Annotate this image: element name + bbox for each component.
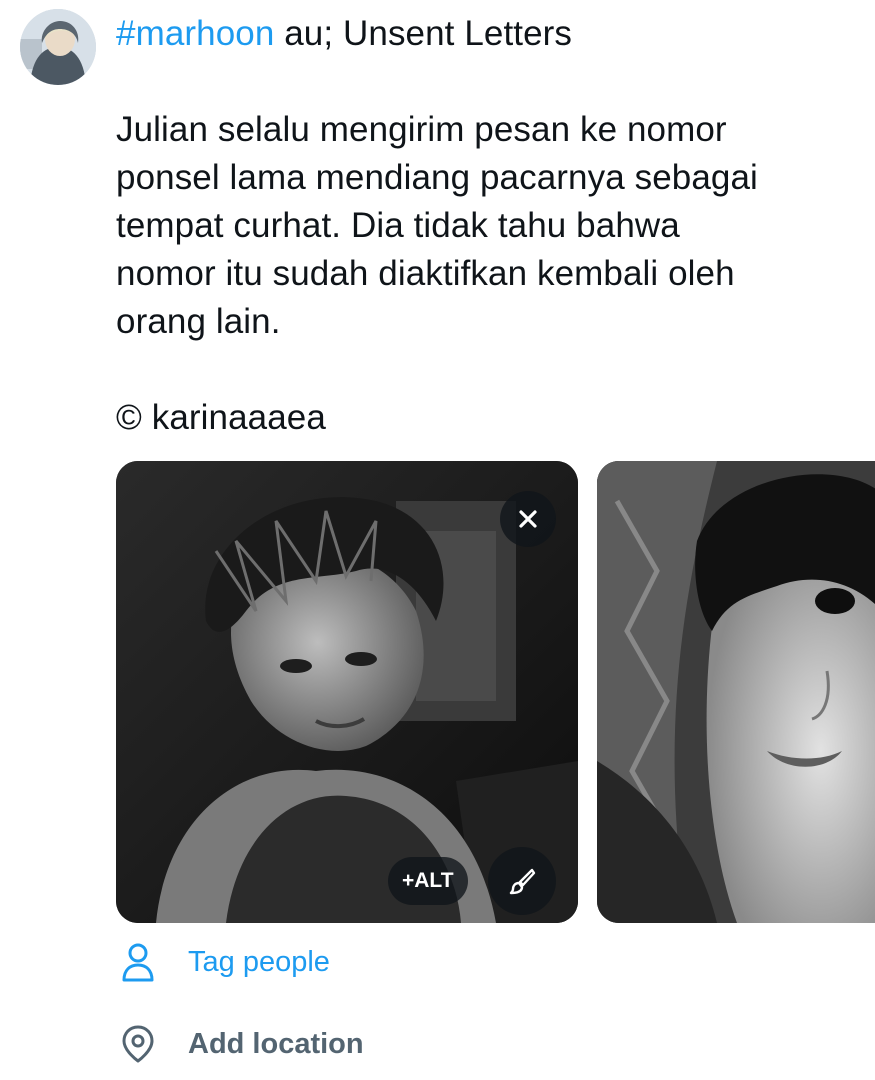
avatar[interactable] (20, 9, 96, 85)
tweet-compose-text[interactable]: #marhoon au; Unsent Letters Julian selal… (116, 10, 856, 442)
tag-people-label: Tag people (188, 945, 330, 978)
paintbrush-icon (509, 868, 536, 895)
tweet-title-text: au; Unsent Letters (274, 14, 573, 53)
tag-people-button[interactable]: Tag people (116, 940, 330, 984)
tweet-body-line: ponsel lama mendiang pacarnya sebagai (116, 158, 758, 197)
tweet-body-line: orang lain. (116, 302, 281, 341)
attached-photo-1[interactable]: +ALT (116, 461, 578, 923)
close-icon (519, 510, 537, 528)
hashtag-link[interactable]: #marhoon (116, 14, 274, 53)
person-icon (116, 940, 160, 984)
tweet-body-line: tempat curhat. Dia tidak tahu bahwa (116, 206, 680, 245)
remove-media-button[interactable] (500, 491, 556, 547)
location-pin-icon (116, 1022, 160, 1066)
edit-media-button[interactable] (488, 847, 556, 915)
tweet-body-line: Julian selalu mengirim pesan ke nomor (116, 110, 727, 149)
attached-photo-2[interactable] (597, 461, 875, 923)
tweet-body-line: nomor itu sudah diaktifkan kembali oleh (116, 254, 735, 293)
add-alt-text-button[interactable]: +ALT (388, 857, 468, 905)
tweet-title-line: #marhoon au; Unsent Letters (116, 10, 856, 58)
photo-2-image (597, 461, 875, 923)
add-location-label: Add location (188, 1027, 364, 1060)
add-location-button[interactable]: Add location (116, 1022, 364, 1066)
tweet-credit-line: © karinaaaea (116, 398, 326, 437)
media-carousel[interactable]: +ALT (116, 461, 875, 923)
avatar-photo (20, 9, 96, 85)
